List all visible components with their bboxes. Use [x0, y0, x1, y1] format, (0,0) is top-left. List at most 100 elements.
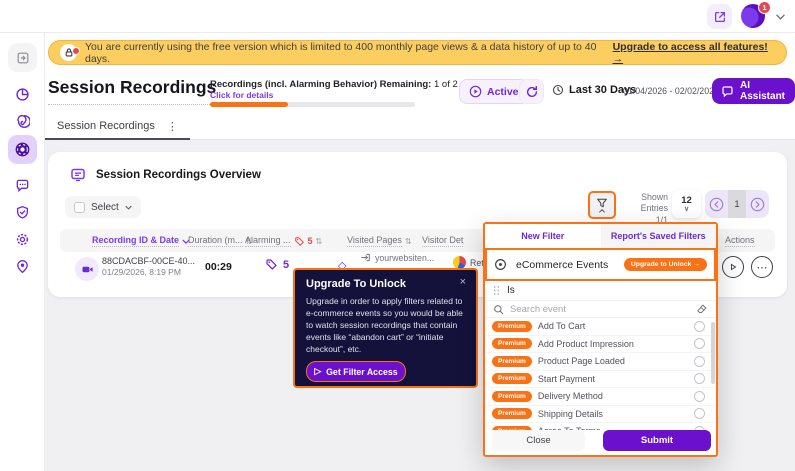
radio-button[interactable]	[694, 356, 705, 367]
upgrade-tooltip: Upgrade To Unlock × Upgrade in order to …	[293, 268, 478, 388]
visited-pages-cell[interactable]: yourwebsiten...	[360, 252, 434, 263]
column-alarming[interactable]: Alarming ... 5 ⇅	[245, 235, 322, 247]
get-filter-access-button[interactable]: ▷ Get Filter Access	[306, 361, 406, 382]
scrollbar[interactable]	[711, 322, 715, 384]
radio-button[interactable]	[694, 338, 705, 349]
pie-chart-icon	[15, 87, 30, 102]
play-outline-icon: ▷	[314, 366, 321, 377]
close-icon[interactable]: ×	[460, 276, 466, 288]
top-bar: 1	[0, 0, 795, 33]
radio-button[interactable]	[694, 321, 705, 332]
record-icon	[14, 141, 31, 158]
watch-recording-button[interactable]	[722, 256, 744, 278]
recording-duration: 00:29	[205, 261, 232, 273]
sidebar-item-dashboard[interactable]	[8, 80, 37, 109]
column-actions: Actions	[725, 235, 755, 247]
sidebar-item-feedback[interactable]	[8, 171, 37, 200]
column-recording-id[interactable]: Recording ID & Date	[92, 235, 190, 247]
previous-page-button[interactable]	[709, 197, 724, 212]
radio-button[interactable]	[694, 408, 705, 419]
page-exit-icon	[360, 252, 371, 263]
free-version-banner: You are currently using the free version…	[48, 40, 787, 65]
drag-handle-icon	[493, 285, 500, 296]
more-actions-button[interactable]: ⋯	[751, 256, 773, 278]
sidebar-collapse-button[interactable]	[8, 43, 37, 72]
alarming-cell: 5	[265, 258, 289, 271]
quota-progress-bar	[210, 102, 415, 107]
event-option-product-page-loaded[interactable]: Premium Product Page Loaded	[485, 353, 716, 371]
tab-saved-filters[interactable]: Report's Saved Filters	[601, 224, 717, 248]
recordings-overview-icon	[70, 167, 86, 183]
notification-badge: 1	[758, 1, 771, 14]
column-visited-pages[interactable]: Visited Pages ⇅	[347, 235, 412, 247]
radio-button[interactable]	[694, 391, 705, 402]
recording-date: 01/29/2026, 8:19 PM	[102, 267, 181, 277]
alarm-tag-icon	[294, 236, 305, 247]
refresh-button[interactable]	[519, 79, 544, 104]
chevron-down-icon[interactable]	[776, 14, 785, 20]
event-option-start-payment[interactable]: Premium Start Payment	[485, 371, 716, 389]
sidebar-item-journeys[interactable]	[8, 252, 37, 281]
kebab-menu-icon[interactable]: ⋮	[167, 120, 178, 133]
select-all-checkbox[interactable]	[74, 202, 85, 213]
ai-assistant-button[interactable]: AI Assistant	[712, 78, 795, 104]
event-option-add-product-impression[interactable]: Premium Add Product Impression	[485, 336, 716, 354]
shield-check-icon	[15, 205, 30, 220]
close-button[interactable]: Close	[492, 430, 585, 451]
event-option-delivery-method[interactable]: Premium Delivery Method	[485, 388, 716, 406]
chevron-down-icon: ∨	[684, 205, 689, 213]
alarm-count: 5	[283, 259, 289, 271]
page-size-selector[interactable]: 12 ∨	[672, 190, 701, 218]
premium-badge: Premium	[492, 321, 532, 332]
banner-text: You are currently using the free version…	[85, 41, 605, 65]
ellipsis-icon: ⋯	[757, 261, 768, 274]
alert-dot	[72, 47, 80, 55]
select-dropdown[interactable]: Select	[65, 196, 141, 218]
radio-button[interactable]	[694, 373, 705, 384]
sidebar-item-security[interactable]	[8, 198, 37, 227]
tab-new-filter[interactable]: New Filter	[485, 224, 601, 248]
user-menu[interactable]: 1	[741, 4, 767, 29]
target-icon	[494, 258, 507, 271]
column-duration[interactable]: Duration (m... ⇅	[188, 235, 252, 247]
filter-panel-tabs: New Filter Report's Saved Filters	[485, 224, 716, 248]
export-button[interactable]	[707, 4, 732, 29]
sidebar-item-heatmaps[interactable]	[8, 107, 37, 136]
next-page-button[interactable]	[750, 197, 765, 212]
page-number[interactable]: 1	[728, 190, 746, 218]
lock-icon	[60, 44, 77, 61]
clock-icon	[552, 84, 564, 96]
spiral-icon	[15, 114, 30, 129]
condition-row[interactable]: Is	[485, 281, 716, 301]
upgrade-link[interactable]: Upgrade to access all features! →	[613, 41, 775, 65]
tab-session-recordings[interactable]: Session Recordings ⋮	[45, 114, 190, 140]
person-pin-icon	[15, 259, 30, 274]
quota-text: Recordings (incl. Alarming Behavior) Rem…	[210, 79, 458, 90]
search-event-input[interactable]	[510, 304, 690, 315]
event-option-add-to-cart[interactable]: Premium Add To Cart	[485, 318, 716, 336]
filter-type-name: eCommerce Events	[516, 259, 608, 271]
column-visitor-details[interactable]: Visitor Det	[422, 235, 463, 247]
condition-value: Is	[507, 285, 515, 296]
filter-panel: New Filter Report's Saved Filters eComme…	[483, 222, 718, 457]
chevron-down-icon	[125, 205, 132, 210]
quota-details-link[interactable]: Click for details	[210, 90, 273, 100]
chat-icon	[15, 178, 30, 193]
clear-filter-icon[interactable]	[696, 303, 708, 315]
filter-panel-footer: Close Submit	[492, 430, 711, 451]
sort-icon[interactable]: ⇅	[405, 237, 412, 246]
premium-badge: Premium	[492, 408, 532, 419]
filter-type-row[interactable]: eCommerce Events Upgrade to Unlock →	[485, 248, 716, 281]
overview-title: Session Recordings Overview	[96, 169, 261, 181]
sidebar-item-session-recordings[interactable]	[8, 135, 37, 164]
event-option-agree-to-terms[interactable]: Premium Agree To Terms	[485, 423, 716, 430]
visited-page-url: yourwebsiten...	[375, 253, 434, 263]
chevron-up-icon	[598, 209, 606, 213]
filter-toggle-button[interactable]	[588, 191, 616, 219]
sidebar-item-settings[interactable]	[8, 225, 37, 254]
event-option-shipping-details[interactable]: Premium Shipping Details	[485, 406, 716, 424]
submit-button[interactable]: Submit	[603, 430, 711, 451]
recording-id: 88CDACBF-00CE-40...	[102, 256, 195, 266]
upgrade-to-unlock-badge[interactable]: Upgrade to Unlock →	[624, 258, 707, 271]
sort-icon[interactable]: ⇅	[316, 237, 323, 246]
